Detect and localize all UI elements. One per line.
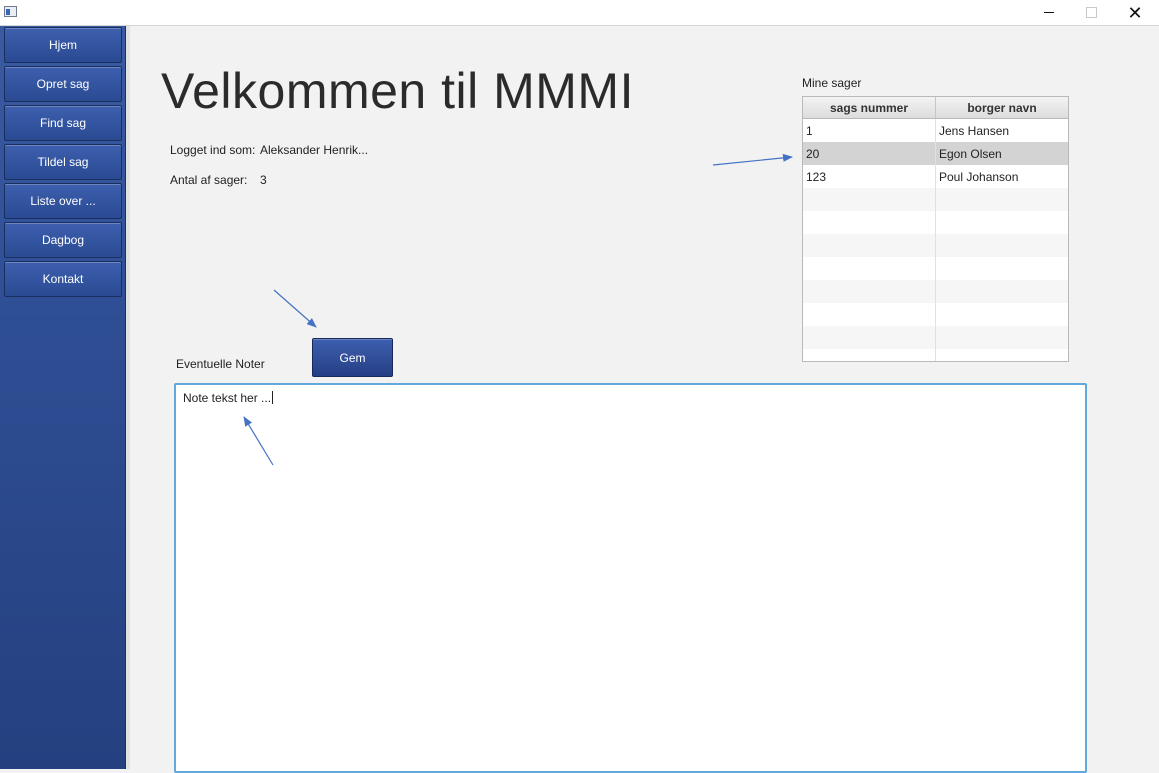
maximize-icon xyxy=(1085,7,1097,18)
notes-text-content: Note tekst her ... xyxy=(183,391,274,405)
empty-table-row xyxy=(803,326,1068,349)
notes-text: Note tekst her ... xyxy=(183,391,272,405)
app-icon xyxy=(4,6,17,17)
case-count-label: Antal af sager: xyxy=(170,173,248,187)
logged-in-user: Aleksander Henrik... xyxy=(260,143,369,157)
empty-table-row xyxy=(803,234,1068,257)
cases-table[interactable]: sags nummer borger navn 1 Jens Hansen 20… xyxy=(802,96,1069,362)
nav-button-find-sag[interactable]: Find sag xyxy=(4,105,122,141)
citizen-name-cell: Poul Johanson xyxy=(939,169,1019,184)
maximize-button[interactable] xyxy=(1068,0,1114,25)
empty-table-row xyxy=(803,188,1068,211)
empty-cell xyxy=(803,211,936,234)
column-header-case-number[interactable]: sags nummer xyxy=(803,97,936,119)
empty-cell xyxy=(803,257,936,280)
empty-cell xyxy=(803,188,936,211)
nav-button-kontakt[interactable]: Kontakt xyxy=(4,261,122,297)
window-title-bar: ✕ xyxy=(0,0,1159,26)
sidebar: Hjem Opret sag Find sag Tildel sag Liste… xyxy=(0,26,126,769)
empty-table-row xyxy=(803,303,1068,326)
nav-button-hjem[interactable]: Hjem xyxy=(4,27,122,63)
close-icon: ✕ xyxy=(1127,2,1143,23)
sidebar-divider xyxy=(126,26,130,769)
empty-table-row xyxy=(803,349,1068,361)
close-button[interactable]: ✕ xyxy=(1112,0,1158,25)
nav-button-liste-over[interactable]: Liste over ... xyxy=(4,183,122,219)
page-title: Velkommen til MMMI xyxy=(161,63,634,119)
case-number-cell: 1 xyxy=(803,119,936,142)
empty-table-row xyxy=(803,280,1068,303)
arrow-to-save-button xyxy=(273,289,317,328)
notes-textarea[interactable]: Note tekst her ... xyxy=(174,383,1087,773)
nav-button-opret-sag[interactable]: Opret sag xyxy=(4,66,122,102)
empty-cell xyxy=(803,326,936,349)
nav-button-dagbog[interactable]: Dagbog xyxy=(4,222,122,258)
empty-cell xyxy=(803,234,936,257)
column-header-citizen-name[interactable]: borger navn xyxy=(936,97,1068,119)
empty-cell xyxy=(803,349,936,361)
empty-table-row xyxy=(803,211,1068,234)
citizen-name-cell: Egon Olsen xyxy=(939,146,1002,161)
save-button[interactable]: Gem xyxy=(312,338,393,377)
cases-table-caption: Mine sager xyxy=(802,76,862,90)
case-count-value: 3 xyxy=(260,173,267,187)
case-number-cell: 20 xyxy=(803,142,936,165)
case-number-cell: 123 xyxy=(803,165,936,188)
arrow-to-selected-row xyxy=(712,153,793,166)
empty-cell xyxy=(803,280,936,303)
logged-in-label: Logget ind som: xyxy=(170,143,256,157)
empty-table-row xyxy=(803,257,1068,280)
minimize-icon xyxy=(1044,12,1054,13)
table-row[interactable]: 1 Jens Hansen xyxy=(803,119,1068,142)
notes-label: Eventuelle Noter xyxy=(176,357,265,371)
citizen-name-cell: Jens Hansen xyxy=(939,123,1010,138)
text-caret xyxy=(272,391,274,404)
minimize-button[interactable] xyxy=(1026,0,1072,25)
table-row[interactable]: 123 Poul Johanson xyxy=(803,165,1068,188)
table-row-selected[interactable]: 20 Egon Olsen xyxy=(803,142,1068,165)
nav-button-tildel-sag[interactable]: Tildel sag xyxy=(4,144,122,180)
empty-cell xyxy=(803,303,936,326)
